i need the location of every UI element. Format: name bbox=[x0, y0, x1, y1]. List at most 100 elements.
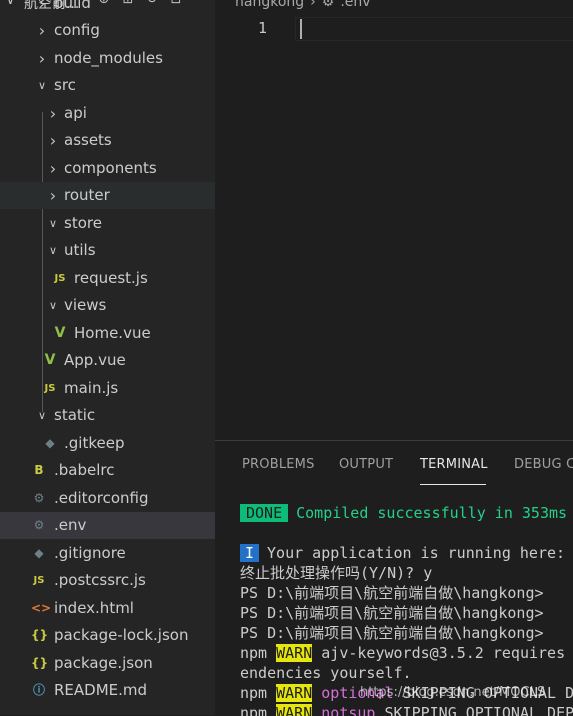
terminal-line-ps: PS D:\前端项目\航空前端自做\hangkong> bbox=[240, 583, 544, 603]
tree-file-home-vue[interactable]: VHome.vue bbox=[0, 320, 215, 347]
tree-item-label: .postcssrc.js bbox=[54, 567, 146, 594]
watermark: https://blog.csdn.net/MOCLS bbox=[360, 685, 545, 700]
babel-file-icon: B bbox=[31, 457, 47, 484]
tree-item-label: .gitkeep bbox=[64, 430, 124, 457]
terminal-line-compiled: DONE Compiled successfully in 353ms bbox=[240, 503, 567, 523]
terminal-line-warn-cont: endencies yourself. bbox=[240, 663, 412, 683]
editor-area[interactable]: hangkong › ⚙ .env 1 bbox=[215, 0, 573, 440]
tree-item-label: build bbox=[54, 0, 91, 17]
html-file-icon: <> bbox=[31, 595, 47, 622]
tree-file--env[interactable]: ⚙.env bbox=[0, 512, 215, 539]
tree-file--gitignore[interactable]: ◆.gitignore bbox=[0, 540, 215, 567]
notsup-tag: notsup bbox=[321, 704, 375, 716]
tree-item-label: .babelrc bbox=[54, 457, 114, 484]
tree-file-package-json[interactable]: {}package.json bbox=[0, 650, 215, 677]
current-line-highlight bbox=[295, 17, 573, 41]
tree-item-label: static bbox=[54, 402, 95, 429]
npm-label: npm bbox=[240, 684, 267, 702]
warn-badge: WARN bbox=[276, 644, 312, 662]
gear-file-icon: ⚙ bbox=[31, 485, 47, 512]
tree-folder-views[interactable]: ∨views bbox=[0, 292, 215, 319]
chevron-right-icon[interactable]: › bbox=[36, 17, 48, 44]
terminal-line-batch: 终止批处理操作吗(Y/N)? y bbox=[240, 563, 432, 583]
npm-label: npm bbox=[240, 644, 267, 662]
git-file-icon: ◆ bbox=[31, 540, 47, 567]
line-number: 1 bbox=[245, 19, 267, 37]
tree-folder-store[interactable]: ∨store bbox=[0, 210, 215, 237]
chevron-right-icon[interactable]: › bbox=[47, 182, 59, 209]
tree-item-label: assets bbox=[64, 127, 112, 154]
js-file-icon: JS bbox=[42, 375, 58, 402]
tree-folder-utils[interactable]: ∨utils bbox=[0, 237, 215, 264]
tree-folder-router[interactable]: ›router bbox=[0, 182, 215, 209]
tree-item-label: api bbox=[64, 100, 87, 127]
warn-text: SKIPPING OPTIONAL DEPENDENCY: Unsupporte… bbox=[385, 704, 573, 716]
json-file-icon: {} bbox=[31, 622, 47, 649]
tree-item-label: package-lock.json bbox=[54, 622, 188, 649]
breadcrumb: hangkong › ⚙ .env bbox=[235, 0, 377, 10]
chevron-down-icon[interactable]: ∨ bbox=[36, 402, 48, 429]
tree-folder-components[interactable]: ›components bbox=[0, 155, 215, 182]
tree-item-label: config bbox=[54, 17, 100, 44]
tree-file--gitkeep[interactable]: ◆.gitkeep bbox=[0, 430, 215, 457]
tree-item-label: App.vue bbox=[64, 347, 126, 374]
active-tab-indicator bbox=[420, 484, 486, 485]
tree-file-main-js[interactable]: JSmain.js bbox=[0, 375, 215, 402]
tree-item-label: README.md bbox=[54, 677, 147, 704]
vue-file-icon: V bbox=[42, 347, 58, 374]
tree-item-label: .env bbox=[54, 512, 86, 539]
tab-output[interactable]: OUTPUT bbox=[339, 457, 393, 472]
tree-item-label: src bbox=[54, 72, 76, 99]
breadcrumb-file[interactable]: .env bbox=[340, 0, 370, 10]
js-file-icon: JS bbox=[31, 567, 47, 594]
breadcrumb-separator-icon: › bbox=[310, 0, 316, 10]
gear-icon: ⚙ bbox=[322, 0, 335, 10]
terminal-line-ps: PS D:\前端项目\航空前端自做\hangkong> bbox=[240, 603, 544, 623]
terminal-line-warn: npm WARN notsup SKIPPING OPTIONAL DEPEND… bbox=[240, 703, 573, 716]
tree-file-readme-md[interactable]: ⓘ README.md bbox=[0, 677, 215, 704]
info-file-icon: ⓘ bbox=[31, 677, 47, 704]
compiled-message: Compiled successfully in 353ms bbox=[296, 504, 567, 522]
chevron-right-icon[interactable]: › bbox=[47, 127, 59, 154]
chevron-right-icon[interactable]: › bbox=[47, 100, 59, 127]
tab-problems[interactable]: PROBLEMS bbox=[242, 457, 315, 472]
tree-folder-build[interactable]: › build bbox=[0, 0, 215, 17]
npm-label: npm bbox=[240, 704, 267, 716]
tree-item-label: components bbox=[64, 155, 157, 182]
tree-file--editorconfig[interactable]: ⚙ .editorconfig bbox=[0, 485, 215, 512]
chevron-down-icon[interactable]: ∨ bbox=[47, 210, 59, 237]
tree-folder-assets[interactable]: ›assets bbox=[0, 127, 215, 154]
done-badge: DONE bbox=[240, 504, 288, 522]
tree-file--postcssrc-js[interactable]: JS .postcssrc.js bbox=[0, 567, 215, 594]
tab-debug-console[interactable]: DEBUG CONSOLE bbox=[514, 457, 573, 472]
chevron-down-icon[interactable]: ∨ bbox=[47, 237, 59, 264]
tree-file-app-vue[interactable]: VApp.vue bbox=[0, 347, 215, 374]
tree-item-label: store bbox=[64, 210, 102, 237]
tree-folder-static[interactable]: ∨static bbox=[0, 402, 215, 429]
tree-file-package-lock-json[interactable]: {} package-lock.json bbox=[0, 622, 215, 649]
tree-item-label: .editorconfig bbox=[54, 485, 148, 512]
tree-folder-api[interactable]: ›api bbox=[0, 100, 215, 127]
chevron-down-icon[interactable]: ∨ bbox=[36, 72, 48, 99]
breadcrumb-folder[interactable]: hangkong bbox=[235, 0, 304, 10]
tree-file-index-html[interactable]: <>index.html bbox=[0, 595, 215, 622]
chevron-right-icon[interactable]: › bbox=[36, 45, 48, 72]
tree-folder-node-modules[interactable]: ›node_modules bbox=[0, 45, 215, 72]
chevron-down-icon[interactable]: ∨ bbox=[47, 292, 59, 319]
chevron-right-icon[interactable]: › bbox=[36, 0, 48, 17]
tree-folder-src[interactable]: ∨ src bbox=[0, 72, 215, 99]
chevron-right-icon[interactable]: › bbox=[47, 155, 59, 182]
js-file-icon: JS bbox=[52, 265, 68, 292]
tab-terminal[interactable]: TERMINAL bbox=[420, 457, 488, 472]
tree-item-label: main.js bbox=[64, 375, 118, 402]
bottom-panel: PROBLEMS OUTPUT TERMINAL DEBUG CONSOLE D… bbox=[215, 440, 573, 716]
terminal-line-running: IYour application is running here: http:… bbox=[240, 543, 573, 563]
terminal-line-warn: npm WARN ajv-keywords@3.5.2 requires a p… bbox=[240, 643, 573, 663]
json-file-icon: {} bbox=[31, 650, 47, 677]
tree-file-request-js[interactable]: JSrequest.js bbox=[0, 265, 215, 292]
tree-folder-config[interactable]: ›config bbox=[0, 17, 215, 44]
tree-file--babelrc[interactable]: B .babelrc bbox=[0, 457, 215, 484]
warn-badge: WARN bbox=[276, 704, 312, 716]
info-badge: I bbox=[240, 544, 259, 562]
tree-item-label: Home.vue bbox=[74, 320, 151, 347]
